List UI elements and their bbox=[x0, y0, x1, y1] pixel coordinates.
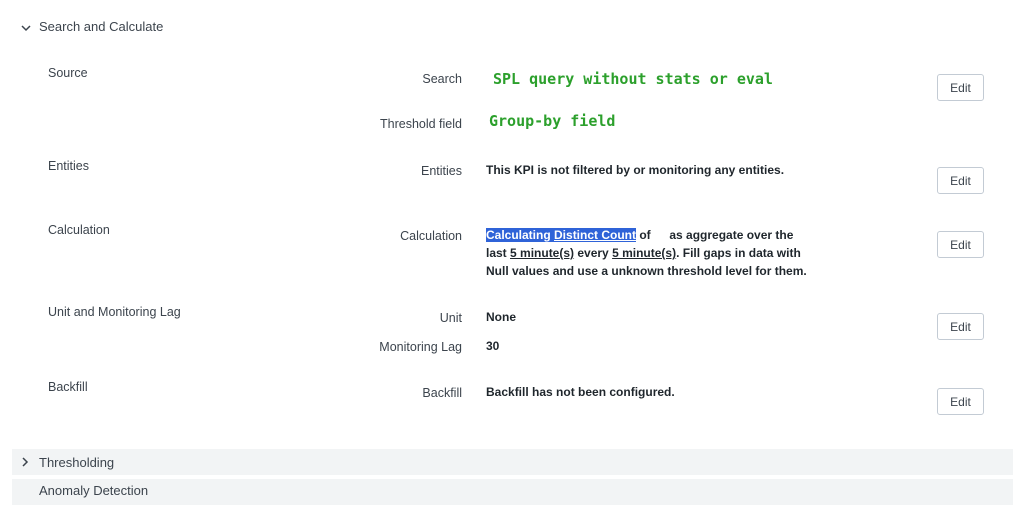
calculation-group-label: Calculation bbox=[48, 223, 110, 237]
calculation-field-label: Calculation bbox=[400, 229, 462, 243]
threshold-field-value: Group-by field bbox=[489, 112, 616, 130]
threshold-field-label: Threshold field bbox=[380, 117, 462, 131]
search-field-label: Search bbox=[422, 72, 462, 86]
anomaly-detection-title: Anomaly Detection bbox=[39, 483, 149, 498]
thresholding-title: Thresholding bbox=[39, 455, 115, 470]
unit-value: None bbox=[486, 310, 516, 324]
entities-group-label: Entities bbox=[48, 159, 89, 173]
chevron-down-icon bbox=[21, 25, 31, 32]
calculation-frequency-link: 5 minute(s) bbox=[612, 246, 677, 260]
edit-unit-lag-button[interactable]: Edit bbox=[937, 313, 984, 340]
entities-field-label: Entities bbox=[421, 164, 462, 178]
edit-source-button[interactable]: Edit bbox=[937, 74, 984, 101]
calculation-highlight: Calculating Distinct Count bbox=[486, 228, 637, 242]
edit-backfill-button[interactable]: Edit bbox=[937, 388, 984, 415]
backfill-group-label: Backfill bbox=[48, 380, 88, 394]
monitoring-lag-value: 30 bbox=[486, 339, 500, 353]
thresholding-section-header[interactable]: Thresholding bbox=[12, 449, 1013, 475]
edit-entities-button[interactable]: Edit bbox=[937, 167, 984, 194]
search-value: SPL query without stats or eval bbox=[493, 70, 773, 88]
entities-value: This KPI is not filtered by or monitorin… bbox=[486, 163, 785, 177]
backfill-value: Backfill has not been configured. bbox=[486, 385, 675, 399]
unit-field-label: Unit bbox=[439, 311, 462, 325]
calculation-interval-link: 5 minute(s) bbox=[510, 246, 575, 260]
backfill-field-label: Backfill bbox=[422, 386, 462, 400]
chevron-right-icon bbox=[22, 457, 29, 467]
monitoring-lag-field-label: Monitoring Lag bbox=[379, 340, 462, 354]
section-title: Search and Calculate bbox=[39, 19, 164, 34]
calculation-description: Calculating Distinct Count of as aggrega… bbox=[486, 228, 807, 278]
unit-lag-group-label: Unit and Monitoring Lag bbox=[48, 305, 181, 319]
source-group-label: Source bbox=[48, 66, 88, 80]
edit-calculation-button[interactable]: Edit bbox=[937, 231, 984, 258]
anomaly-detection-section-header[interactable]: Anomaly Detection bbox=[12, 479, 1013, 505]
